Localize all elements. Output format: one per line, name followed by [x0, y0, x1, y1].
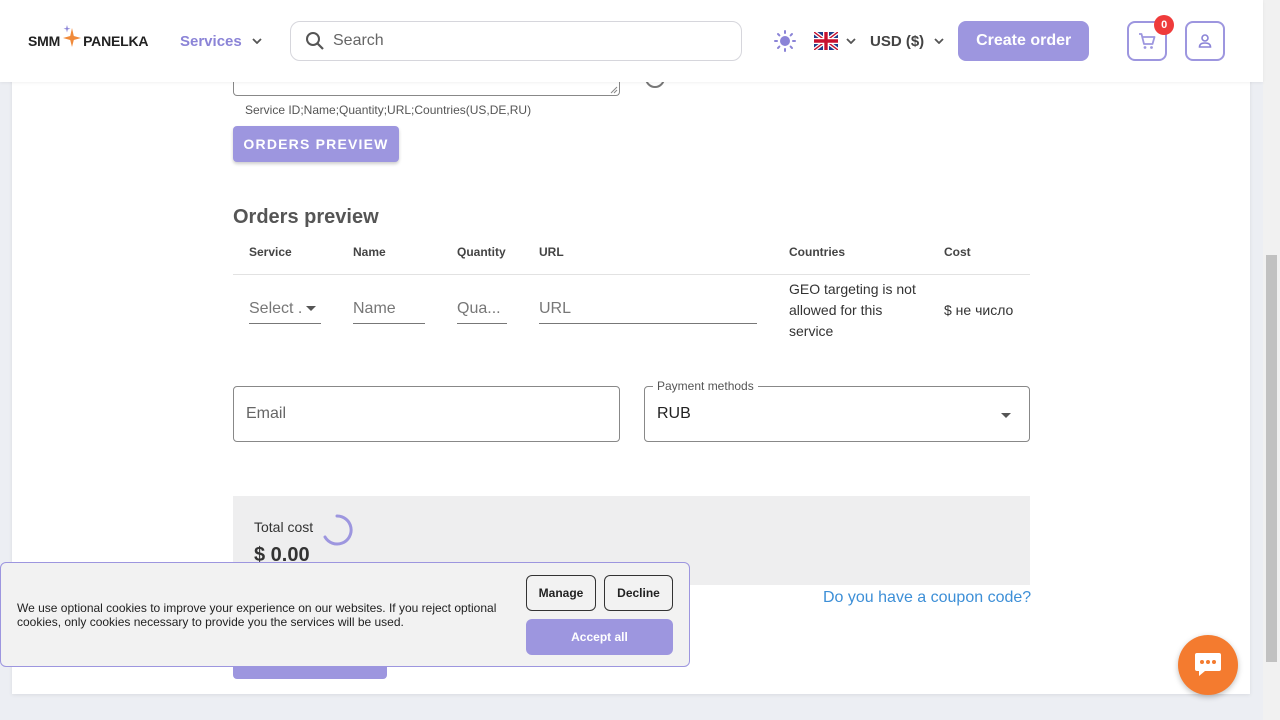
- service-select[interactable]: Select ...: [249, 294, 321, 324]
- payment-methods-value: RUB: [657, 405, 691, 422]
- logo[interactable]: SMM PANELKA: [28, 25, 180, 52]
- user-icon: [1198, 34, 1212, 48]
- orders-preview-table: Service Name Quantity URL Countries Cost…: [233, 238, 1030, 349]
- quantity-input[interactable]: [457, 294, 507, 324]
- loading-spinner-icon: [323, 514, 353, 546]
- resize-handle-icon[interactable]: [610, 86, 618, 94]
- page-scrollbar[interactable]: [1263, 0, 1280, 720]
- language-selector[interactable]: [814, 32, 856, 50]
- total-cost-label: Total cost: [254, 519, 314, 535]
- countries-cell: GEO targeting is not allowed for this se…: [789, 281, 916, 339]
- table-row: Select ... GEO targeting is not allowed …: [233, 275, 1030, 349]
- theme-toggle-sun-icon[interactable]: [774, 30, 796, 52]
- cart-count-badge: 0: [1154, 15, 1175, 35]
- orders-preview-title: Orders preview: [233, 206, 379, 228]
- payment-methods-select[interactable]: Payment methods RUB: [644, 379, 1030, 442]
- cookie-banner-text: We use optional cookies to improve your …: [17, 601, 497, 629]
- dropdown-arrow-icon: [1001, 413, 1011, 418]
- top-header: SMM PANELKA Services USD ($) C: [0, 0, 1263, 82]
- coupon-link[interactable]: Do you have a coupon code?: [823, 589, 1031, 607]
- payment-methods-label: Payment methods: [653, 379, 758, 393]
- sparkle-logo-icon: [63, 25, 82, 47]
- currency-label: USD ($): [870, 32, 925, 50]
- url-input[interactable]: [539, 294, 757, 324]
- email-field[interactable]: [233, 386, 620, 442]
- table-header: Service Name Quantity URL Countries Cost: [233, 238, 1030, 275]
- cost-cell: $ не число: [944, 302, 1014, 318]
- cookie-decline-button[interactable]: Decline: [604, 575, 673, 611]
- logo-text-right: PANELKA: [83, 33, 149, 49]
- search-icon: [306, 32, 324, 50]
- orders-preview-button[interactable]: ORDERS PREVIEW: [233, 126, 399, 162]
- column-header-countries: Countries: [789, 245, 846, 259]
- name-input-field[interactable]: [353, 299, 425, 318]
- logo-text-left: SMM: [28, 33, 61, 49]
- email-input[interactable]: [246, 405, 606, 423]
- cart-button[interactable]: 0: [1127, 15, 1175, 61]
- url-input-field[interactable]: [539, 299, 757, 318]
- textarea-helper-text: Service ID;Name;Quantity;URL;Countries(U…: [245, 103, 532, 117]
- service-select-value: Select ...: [249, 299, 303, 317]
- cart-icon: [1139, 33, 1156, 49]
- create-order-button[interactable]: Create order: [958, 21, 1090, 61]
- chat-bubble-icon: [1195, 653, 1221, 676]
- column-header-url: URL: [539, 245, 564, 259]
- search-input[interactable]: [333, 32, 713, 50]
- scrollbar-thumb[interactable]: [1266, 255, 1277, 662]
- chat-widget-button[interactable]: [1178, 635, 1238, 695]
- cookie-manage-button[interactable]: Manage: [526, 575, 596, 611]
- services-label: Services: [180, 32, 242, 50]
- chevron-down-icon: [846, 38, 856, 44]
- column-header-quantity: Quantity: [457, 245, 506, 259]
- chevron-down-icon: [252, 38, 262, 44]
- column-header-cost: Cost: [944, 245, 971, 259]
- name-input[interactable]: [353, 294, 425, 324]
- services-menu[interactable]: Services: [180, 33, 290, 50]
- column-header-service: Service: [249, 245, 292, 259]
- chevron-down-icon: [934, 38, 944, 44]
- uk-flag-icon: [814, 32, 838, 50]
- currency-selector[interactable]: USD ($): [870, 33, 944, 50]
- caret-down-icon: [306, 305, 316, 311]
- column-header-name: Name: [353, 245, 386, 259]
- cookie-accept-all-button[interactable]: Accept all: [526, 619, 673, 655]
- search-box[interactable]: [290, 21, 742, 61]
- quantity-input-field[interactable]: [457, 299, 507, 318]
- user-account-button[interactable]: [1185, 21, 1226, 61]
- cookie-banner: We use optional cookies to improve your …: [0, 562, 690, 667]
